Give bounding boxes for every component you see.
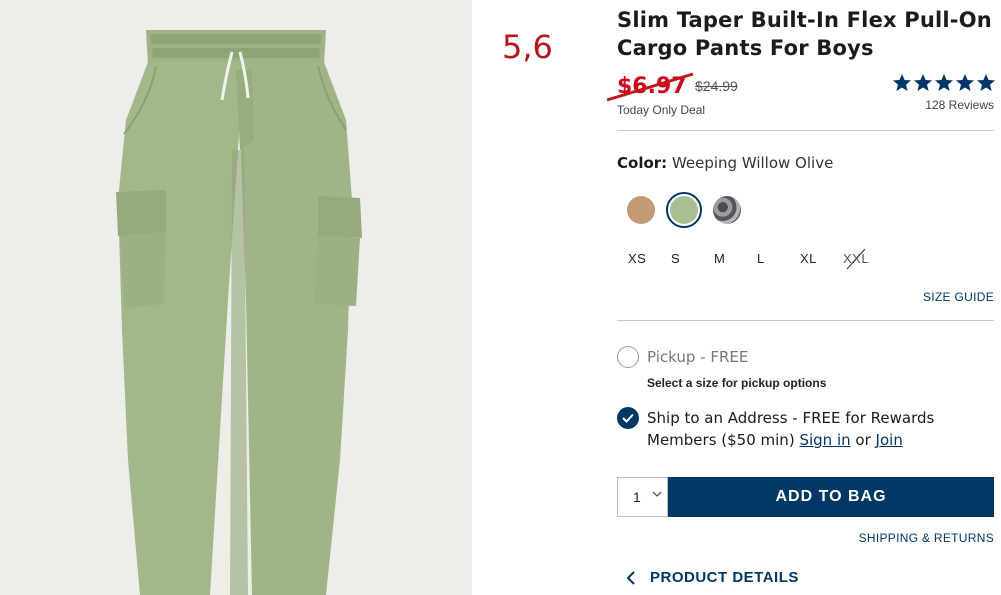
size-m[interactable]: M — [708, 251, 751, 266]
ship-radio-checked[interactable] — [617, 407, 639, 429]
star-icon — [977, 74, 995, 91]
deal-text: Today Only Deal — [617, 103, 706, 117]
selected-color-name: Weeping Willow Olive — [671, 154, 834, 172]
sale-price: $6.97 — [617, 74, 687, 99]
size-l[interactable]: L — [751, 251, 794, 266]
pickup-radio[interactable] — [617, 346, 639, 368]
star-icon — [956, 74, 974, 91]
star-icon — [914, 74, 932, 91]
pickup-option[interactable]: Pickup - FREE — [617, 346, 748, 368]
chevron-left-icon — [626, 570, 635, 585]
original-price: $24.99 — [695, 78, 738, 94]
shipping-returns-link[interactable]: SHIPPING & RETURNS — [859, 531, 994, 545]
reviews-link[interactable]: 128 Reviews — [925, 98, 994, 112]
ship-text-line1: Ship to an Address - FREE for Rewards — [647, 409, 935, 427]
ship-label: Ship to an Address - FREE for Rewards Me… — [647, 407, 934, 451]
size-xxl-unavailable[interactable]: XXL — [837, 248, 880, 270]
chevron-down-icon — [652, 491, 662, 497]
swatch-olive-fill — [670, 196, 698, 224]
divider — [617, 320, 994, 321]
product-image[interactable] — [0, 0, 472, 595]
pickup-label: Pickup - FREE — [647, 348, 749, 366]
star-icon — [893, 74, 911, 91]
quantity-value: 1 — [633, 489, 641, 505]
swatch-tan-fill — [627, 196, 655, 224]
quantity-select[interactable]: 1 — [617, 477, 668, 517]
ship-option[interactable]: Ship to an Address - FREE for Rewards Me… — [617, 407, 934, 451]
pickup-subtext: Select a size for pickup options — [647, 376, 827, 390]
unavailable-slash-icon — [846, 248, 866, 270]
swatch-camo-fill — [713, 196, 741, 224]
swatch-camo-grey[interactable] — [709, 192, 745, 228]
product-title: Slim Taper Built-In Flex Pull-On Cargo P… — [617, 8, 992, 60]
size-xl[interactable]: XL — [794, 251, 837, 266]
annotation-label: 5,6 — [502, 28, 553, 66]
product-details-toggle[interactable]: PRODUCT DETAILS — [626, 569, 799, 586]
ship-members-text: Members ($50 min) — [647, 431, 795, 449]
or-text: or — [855, 431, 871, 449]
divider — [617, 130, 994, 131]
color-label: Color: Weeping Willow Olive — [617, 154, 833, 172]
size-xs[interactable]: XS — [622, 251, 665, 266]
rating-stars[interactable] — [892, 73, 996, 93]
swatch-weeping-willow-olive[interactable] — [666, 192, 702, 228]
cargo-pants-photo — [0, 0, 472, 595]
swatch-tan[interactable] — [623, 192, 659, 228]
color-label-prefix: Color: — [617, 154, 668, 172]
size-guide-link[interactable]: SIZE GUIDE — [923, 290, 994, 304]
product-details-label: PRODUCT DETAILS — [650, 569, 799, 586]
star-icon — [935, 74, 953, 91]
color-swatches — [623, 192, 745, 228]
sign-in-link[interactable]: Sign in — [799, 431, 850, 449]
checkmark-icon — [622, 413, 634, 423]
size-selector: XS S M L XL XXL — [622, 248, 880, 270]
size-s[interactable]: S — [665, 251, 708, 266]
add-to-bag-button[interactable]: ADD TO BAG — [668, 477, 994, 517]
ship-text-line2: Members ($50 min) Sign in or Join — [647, 429, 934, 451]
join-link[interactable]: Join — [876, 431, 903, 449]
